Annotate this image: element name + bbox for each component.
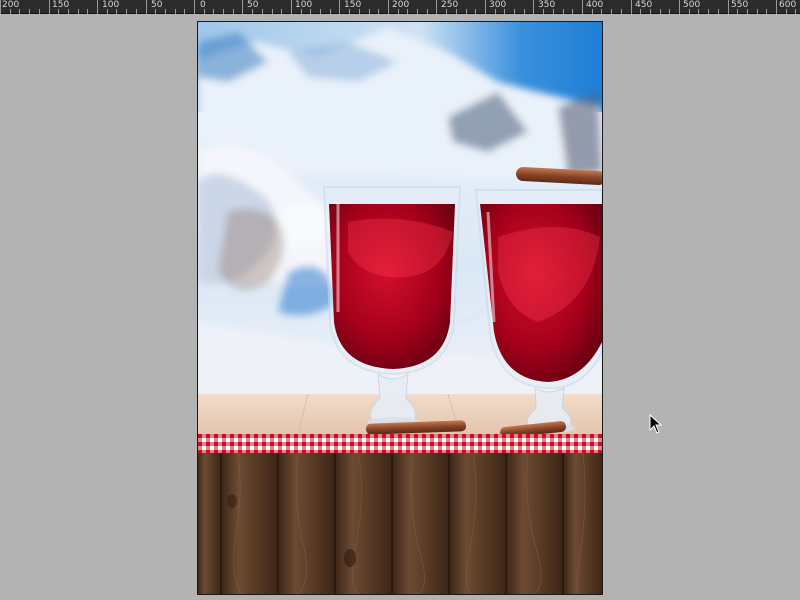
ruler-label: 250	[441, 0, 459, 10]
ruler-label: 550	[731, 0, 749, 10]
mulled-wine-photo	[198, 22, 602, 434]
wood-knot	[227, 494, 237, 508]
gingham-tablecloth-strip	[198, 434, 602, 453]
ruler-label: 500	[683, 0, 701, 10]
ruler-label: 300	[489, 0, 507, 10]
ruler-label: 150	[52, 0, 70, 10]
ruler-label: 200	[2, 0, 20, 10]
ruler-label: 150	[344, 0, 362, 10]
ruler-label: 600	[779, 0, 797, 10]
ruler-label: 50	[247, 0, 259, 10]
document-page[interactable]	[197, 21, 603, 595]
ruler-label: 100	[295, 0, 313, 10]
wood-knot	[344, 549, 356, 567]
horizontal-ruler[interactable]: 200 150 100 50 0 50 100 150 200 250 300 …	[0, 0, 800, 14]
arrow-pointer-icon	[649, 414, 663, 434]
ruler-label: 450	[635, 0, 653, 10]
wooden-plank-panel	[198, 453, 602, 594]
ruler-label: 100	[102, 0, 120, 10]
ruler-label: 200	[392, 0, 410, 10]
ruler-label: 0	[200, 0, 206, 10]
ruler-label: 350	[538, 0, 556, 10]
ruler-label: 400	[586, 0, 604, 10]
ruler-label: 50	[151, 0, 163, 10]
